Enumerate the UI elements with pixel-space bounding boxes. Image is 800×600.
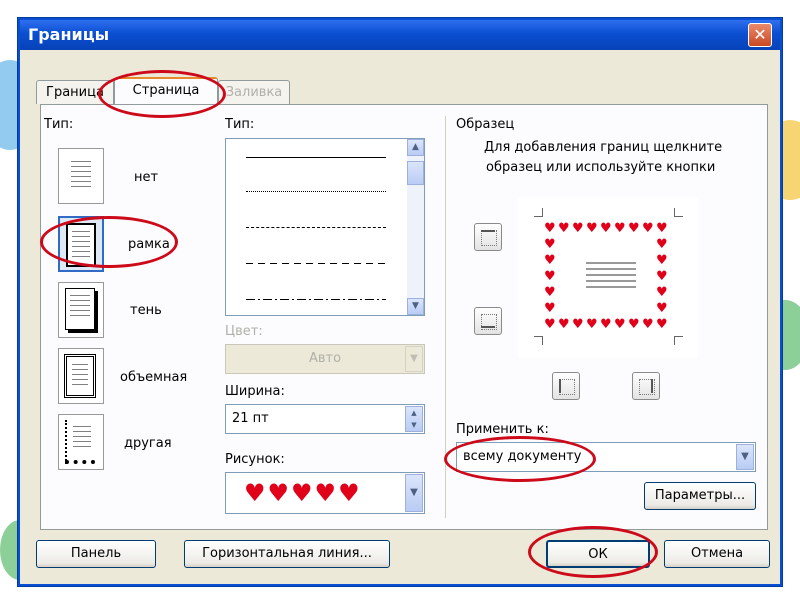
title-bar: Границы ✕ [20,20,780,50]
color-select[interactable]: Авто ▼ [225,344,425,374]
setting-shadow-label: тень [130,303,162,318]
setting-custom-option[interactable] [58,414,104,470]
line-style-dashed[interactable] [246,227,386,228]
cancel-button-label: Отмена [690,546,744,561]
toolbar-button[interactable]: Панель [36,540,156,568]
tab-shading-label: Заливка [225,85,283,100]
color-value: Авто [308,351,342,366]
setting-none-label: нет [134,170,159,185]
apply-to-label: Применить к: [456,422,549,437]
border-preview[interactable]: ♥ ♥ ♥ ♥ ♥ ♥ ♥ ♥ ♥ ♥ ♥ ♥ ♥ ♥ ♥ ♥ ♥ ♥ ♥ ♥ ♥ ♥ ♥ ♥ ♥ ♥ ♥ ♥ [518,198,698,358]
right-border-toggle[interactable] [632,372,660,400]
page-custom-border-icon [65,420,95,464]
style-label: Тип: [225,117,255,132]
preview-hint-line1: Для добавления границ щелкните [484,140,723,155]
scroll-down-icon[interactable]: ▼ [407,298,424,315]
chevron-down-icon[interactable]: ▼ [405,474,423,512]
preview-label: Образец [456,117,515,132]
setting-3d-label: объемная [120,370,188,385]
page-3d-border-icon [64,354,96,398]
line-style-dash-dot[interactable] [246,299,386,300]
setting-type-label: Тип: [44,117,74,132]
setting-none-option[interactable] [58,148,104,204]
highlight-oval [40,216,178,268]
tab-shading[interactable]: Заливка [218,80,290,104]
hearts-art-icon: ♥♥♥♥♥ [244,479,362,507]
chevron-down-icon[interactable]: ▼ [736,444,754,470]
line-style-list[interactable]: ▲ ▼ [225,138,425,316]
highlight-oval [98,70,226,118]
chevron-down-icon[interactable]: ▼ [405,346,423,372]
highlight-oval [444,436,596,482]
page-shadow-border-icon [65,288,95,330]
scroll-thumb[interactable] [407,161,424,185]
top-border-toggle[interactable] [474,223,502,251]
horizontal-line-button[interactable]: Горизонтальная линия... [184,540,390,568]
options-button-label: Параметры... [654,488,746,503]
line-style-scrollbar[interactable]: ▲ ▼ [407,139,424,315]
width-label: Ширина: [225,384,285,399]
highlight-oval [528,526,658,578]
width-select[interactable]: 21 пт ▲ ▼ [225,404,425,434]
art-select[interactable]: ♥♥♥♥♥ ▼ [225,472,425,514]
preview-hint-line2: образец или используйте кнопки [486,160,716,175]
bottom-border-toggle[interactable] [474,307,502,335]
line-style-long-dash[interactable] [246,263,386,264]
horizontal-line-button-label: Горизонтальная линия... [202,546,372,561]
line-style-dotted[interactable] [246,191,386,192]
scroll-up-icon[interactable]: ▲ [407,139,424,156]
line-style-solid[interactable] [246,157,386,158]
left-border-toggle[interactable] [552,372,580,400]
page-no-border-icon [67,155,95,197]
setting-3d-option[interactable] [58,348,104,404]
spinner-icon[interactable]: ▲ ▼ [405,406,423,432]
options-button[interactable]: Параметры... [644,482,756,510]
width-value: 21 пт [232,411,269,426]
toolbar-button-label: Панель [70,546,122,561]
tab-borders-label: Граница [46,85,104,100]
dialog-title: Границы [28,25,110,44]
art-label: Рисунок: [225,452,285,467]
color-label: Цвет: [225,324,263,339]
close-icon[interactable]: ✕ [748,23,772,47]
setting-shadow-option[interactable] [58,282,104,338]
cancel-button[interactable]: Отмена [664,540,770,568]
setting-custom-label: другая [124,436,172,451]
